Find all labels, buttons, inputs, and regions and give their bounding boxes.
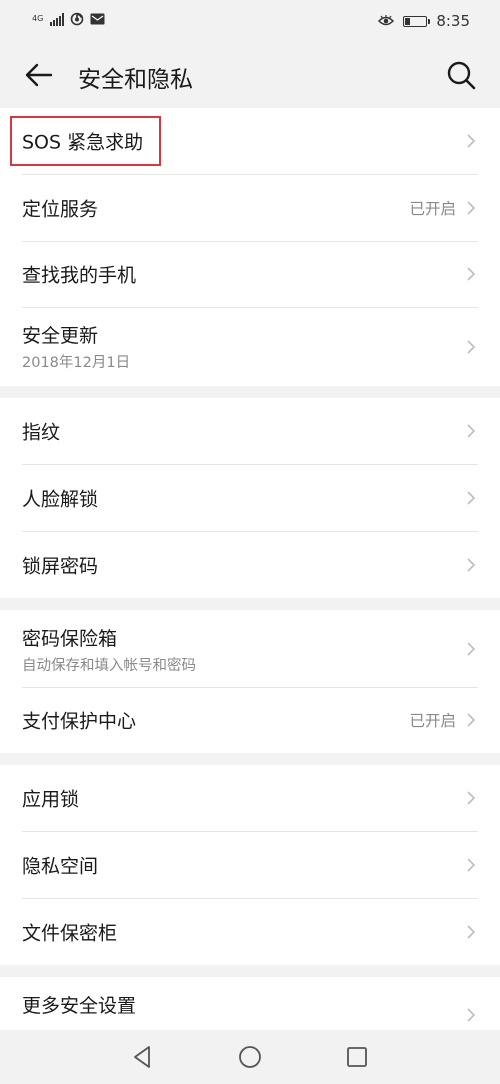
settings-group-general: SOS 紧急求助 定位服务 已开启 查找我的手机 安全更新 2018年12月1日 — [0, 108, 500, 386]
settings-group-more: 更多安全设置 — [0, 977, 500, 1030]
status-bar: 4G 8:35 — [0, 0, 500, 44]
chevron-right-icon — [467, 791, 476, 805]
chevron-right-icon — [467, 424, 476, 438]
row-more-security-settings[interactable]: 更多安全设置 — [0, 977, 500, 1030]
nav-back-button[interactable] — [128, 1042, 158, 1072]
settings-group-passwords: 密码保险箱 自动保存和填入帐号和密码 支付保护中心 已开启 — [0, 610, 500, 753]
home-circle-icon — [239, 1046, 261, 1068]
row-status-value: 已开启 — [409, 712, 456, 730]
row-label: 查找我的手机 — [22, 264, 137, 287]
signal-icon — [50, 12, 64, 26]
row-password-vault[interactable]: 密码保险箱 自动保存和填入帐号和密码 — [0, 610, 500, 687]
network-type: 4G — [32, 14, 44, 23]
row-status-value: 已开启 — [409, 199, 456, 218]
chevron-right-icon — [467, 134, 476, 148]
recents-square-icon — [347, 1047, 367, 1067]
row-label: 更多安全设置 — [22, 995, 137, 1017]
search-icon — [447, 61, 476, 90]
row-fingerprint[interactable]: 指纹 — [0, 398, 500, 464]
page-title: 安全和隐私 — [78, 67, 193, 93]
row-security-update[interactable]: 安全更新 2018年12月1日 — [0, 307, 500, 386]
settings-group-privacy: 应用锁 隐私空间 文件保密柜 — [0, 765, 500, 965]
row-label: 安全更新 — [22, 325, 99, 347]
row-private-space[interactable]: 隐私空间 — [0, 831, 500, 898]
navigation-bar — [0, 1030, 500, 1084]
chevron-right-icon — [467, 713, 476, 727]
row-label: 指纹 — [22, 421, 61, 444]
row-label: 支付保护中心 — [22, 710, 137, 733]
status-left: 4G — [32, 12, 105, 26]
chevron-right-icon — [467, 490, 476, 505]
back-triangle-icon — [134, 1046, 150, 1068]
row-label: 应用锁 — [22, 788, 80, 811]
row-subtitle: 自动保存和填入帐号和密码 — [22, 658, 196, 674]
chevron-right-icon — [467, 267, 476, 281]
back-button[interactable] — [22, 58, 56, 92]
row-location-service[interactable]: 定位服务 已开启 — [0, 174, 500, 241]
chevron-right-icon — [467, 857, 476, 872]
row-face-unlock[interactable]: 人脸解锁 — [0, 464, 500, 531]
row-app-lock[interactable]: 应用锁 — [0, 765, 500, 831]
chevron-right-icon — [467, 339, 476, 354]
status-right: 8:35 — [378, 12, 470, 30]
search-button[interactable] — [444, 58, 478, 92]
battery-icon — [403, 15, 431, 27]
row-label: 密码保险箱 — [22, 628, 118, 650]
arrow-left-icon — [25, 63, 53, 87]
row-file-safe[interactable]: 文件保密柜 — [0, 898, 500, 965]
row-lock-screen-password[interactable]: 锁屏密码 — [0, 531, 500, 598]
row-sos-emergency[interactable]: SOS 紧急求助 — [0, 108, 500, 174]
row-label: 定位服务 — [22, 198, 99, 220]
chevron-right-icon — [467, 200, 476, 215]
row-find-my-phone[interactable]: 查找我的手机 — [0, 241, 500, 307]
row-label: 锁屏密码 — [22, 555, 99, 577]
row-label: 文件保密柜 — [22, 922, 118, 944]
eye-comfort-icon — [378, 15, 395, 26]
chevron-right-icon — [467, 924, 476, 939]
nav-recents-button[interactable] — [342, 1042, 372, 1072]
row-payment-protection[interactable]: 支付保护中心 已开启 — [0, 687, 500, 753]
nav-home-button[interactable] — [235, 1042, 265, 1072]
chevron-right-icon — [467, 641, 476, 656]
hotspot-icon — [70, 12, 84, 26]
settings-group-unlock: 指纹 人脸解锁 锁屏密码 — [0, 398, 500, 598]
status-time: 8:35 — [436, 12, 470, 30]
title-bar: 安全和隐私 — [0, 44, 500, 108]
row-label: SOS 紧急求助 — [22, 131, 144, 154]
message-icon — [90, 13, 105, 25]
row-subtitle: 2018年12月1日 — [22, 355, 131, 371]
chevron-right-icon — [467, 1008, 476, 1022]
row-label: 人脸解锁 — [22, 488, 99, 510]
row-label: 隐私空间 — [22, 855, 99, 877]
chevron-right-icon — [467, 557, 476, 572]
